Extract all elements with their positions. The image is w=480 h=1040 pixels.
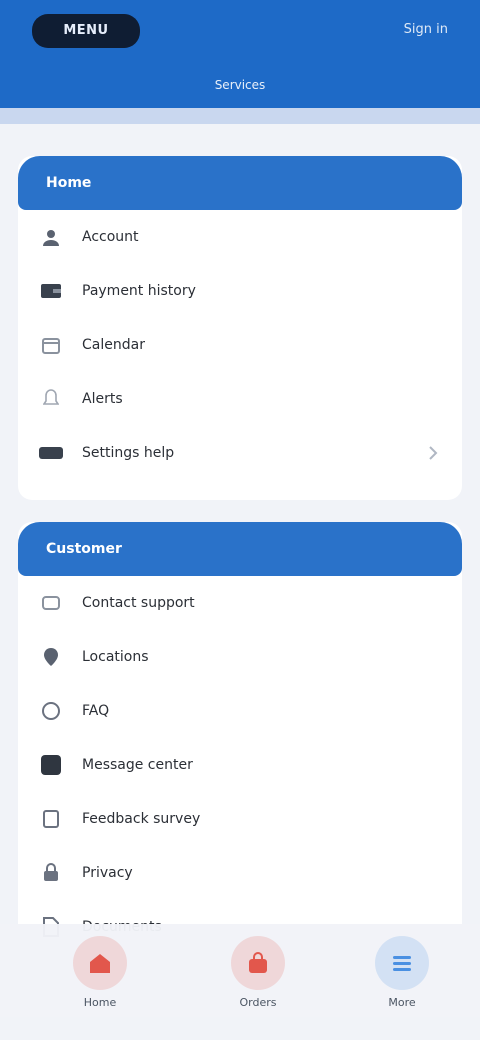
nav-label: Home xyxy=(83,996,117,1009)
headset-icon xyxy=(38,593,64,613)
section-title: Customer xyxy=(18,522,462,576)
menu-item-message-center[interactable]: Message center xyxy=(18,738,462,792)
home-icon xyxy=(73,936,127,990)
calendar-icon xyxy=(38,335,64,355)
menu-item-account[interactable]: Account xyxy=(18,210,462,264)
menu-item-label: Feedback survey xyxy=(82,811,201,827)
menu-item-label: Payment history xyxy=(82,283,196,299)
bottom-nav: Home Orders More xyxy=(0,924,480,1040)
nav-home[interactable]: Home xyxy=(40,936,160,1016)
sign-in-link[interactable]: Sign in xyxy=(404,22,448,37)
nav-orders[interactable]: Orders xyxy=(198,936,318,1016)
menu-item-calendar[interactable]: Calendar xyxy=(18,318,462,372)
menu-item-locations[interactable]: Locations xyxy=(18,630,462,684)
menu-item-label: FAQ xyxy=(82,703,110,719)
appbar-divider xyxy=(0,108,480,124)
menu-item-label: Account xyxy=(82,229,139,245)
appbar-tab-label[interactable]: Services xyxy=(0,78,480,92)
menu-item-label: Locations xyxy=(82,649,149,665)
nav-more[interactable]: More xyxy=(342,936,462,1016)
menu-item-feedback-survey[interactable]: Feedback survey xyxy=(18,792,462,846)
bag-icon xyxy=(231,936,285,990)
brand-logo[interactable]: MENU xyxy=(32,14,140,48)
section-title: Home xyxy=(18,156,462,210)
app-bar: MENU Sign in Services xyxy=(0,0,480,108)
pin-icon xyxy=(38,647,64,667)
menu-item-label: Privacy xyxy=(82,865,133,881)
menu-item-label: Alerts xyxy=(82,391,123,407)
menu-item-contact-support[interactable]: Contact support xyxy=(18,576,462,630)
menu-item-alerts[interactable]: Alerts xyxy=(18,372,462,426)
menu-content: Home Account Payment history Calendar Al… xyxy=(0,124,480,954)
user-icon xyxy=(38,227,64,247)
section-customer: Customer Contact support Locations FAQ M… xyxy=(18,522,462,954)
section-home: Home Account Payment history Calendar Al… xyxy=(18,156,462,500)
menu-item-faq[interactable]: FAQ xyxy=(18,684,462,738)
menu-item-payment-history[interactable]: Payment history xyxy=(18,264,462,318)
menu-icon xyxy=(375,936,429,990)
menu-item-settings-help[interactable]: Settings help xyxy=(18,426,462,480)
faq-icon xyxy=(38,701,64,721)
menu-item-label: Contact support xyxy=(82,595,195,611)
clipboard-icon xyxy=(38,809,64,829)
menu-item-privacy[interactable]: Privacy xyxy=(18,846,462,900)
menu-item-label: Calendar xyxy=(82,337,145,353)
chevron-right-icon xyxy=(424,444,442,462)
chat-icon xyxy=(38,755,64,775)
bell-icon xyxy=(38,389,64,409)
lock-icon xyxy=(38,863,64,883)
menu-item-label: Message center xyxy=(82,757,193,773)
nav-label: Orders xyxy=(239,996,277,1009)
help-icon xyxy=(38,443,64,463)
wallet-icon xyxy=(38,281,64,301)
menu-item-label: Settings help xyxy=(82,445,175,461)
nav-label: More xyxy=(388,996,416,1009)
